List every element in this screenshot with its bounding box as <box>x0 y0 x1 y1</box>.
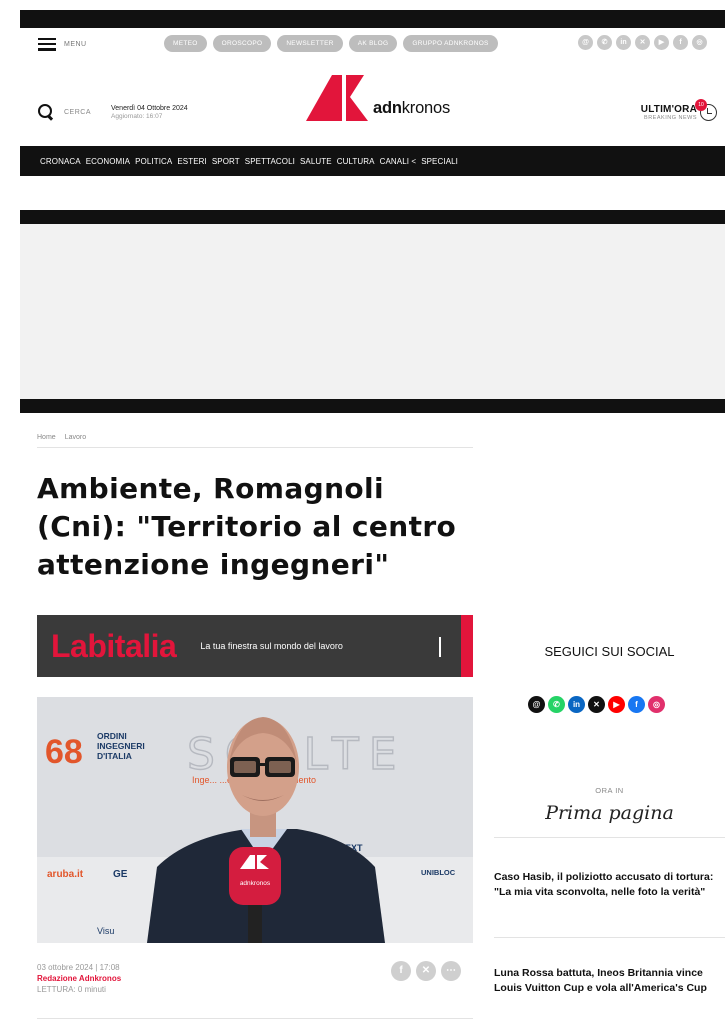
threads-icon[interactable]: @ <box>528 696 545 713</box>
nav-cronaca[interactable]: CRONACA <box>40 157 81 166</box>
ak-logo-mark <box>306 75 368 121</box>
banner-brand: Labitalia <box>51 627 177 664</box>
ultimora-text: ULTIM'ORA BREAKING NEWS <box>641 104 697 121</box>
logo-text-regular: kronos <box>401 99 451 117</box>
ora-in-label: ORA IN <box>595 786 624 795</box>
pill-newsletter[interactable]: NEWSLETTER <box>277 35 343 52</box>
header-main-row: CERCA Venerdì 04 Ottobre 2024 Aggiornato… <box>20 75 725 140</box>
ad-slot <box>20 224 725 399</box>
article-meta: 03 ottobre 2024 | 17:08 Redazione Adnkro… <box>37 961 473 1019</box>
ultimora-title: ULTIM'ORA <box>640 104 697 115</box>
hamburger-icon <box>38 37 56 51</box>
search-label: CERCA <box>64 108 92 116</box>
ultimora-subtitle: BREAKING NEWS <box>644 115 697 121</box>
facebook-icon[interactable]: f <box>673 35 688 50</box>
banner-tagline: La tua finestra sul mondo del lavoro <box>200 641 343 651</box>
threads-icon[interactable]: @ <box>578 35 593 50</box>
labitalia-banner[interactable]: Labitalia La tua finestra sul mondo del … <box>37 615 473 677</box>
pill-oroscopo[interactable]: OROSCOPO <box>212 35 272 52</box>
youtube-icon[interactable]: ▶ <box>654 35 669 50</box>
photo-org-1: ORDINI <box>97 731 127 741</box>
nav-salute[interactable]: SALUTE <box>300 157 332 166</box>
article-title: Ambiente, Romagnoli (Cni): "Territorio a… <box>37 472 457 581</box>
reading-time: LETTURA: 0 minuti <box>37 985 106 994</box>
header-date: Venerdì 04 Ottobre 2024 Aggiornato: 16:0… <box>111 105 188 120</box>
current-date: Venerdì 04 Ottobre 2024 <box>111 105 188 112</box>
sidebar-news-item[interactable]: Luna Rossa battuta, Ineos Britannia vinc… <box>494 966 720 995</box>
main-nav: CRONACA ECONOMIA POLITICA ESTERI SPORT S… <box>20 146 725 176</box>
prima-pagina-heading[interactable]: Prima pagina <box>494 802 725 824</box>
x-share-icon[interactable]: ✕ <box>416 961 436 981</box>
photo-sponsor-5: Visu <box>97 926 114 936</box>
photo-sponsor-2: GE <box>113 869 128 880</box>
sidebar-news-item[interactable]: Caso Hasib, il poliziotto accusato di to… <box>494 870 720 899</box>
mic-label: adnkronos <box>240 880 271 887</box>
photo-org-2: INGEGNERI <box>97 741 145 751</box>
photo-sponsor-1: aruba.it <box>47 869 84 880</box>
linkedin-icon[interactable]: in <box>568 696 585 713</box>
menu-label: MENU <box>64 40 87 48</box>
nav-canali[interactable]: CANALI < <box>380 157 417 166</box>
more-share-icon[interactable]: ⋯ <box>441 961 461 981</box>
nav-speciali[interactable]: SPECIALI <box>421 157 458 166</box>
ad-border-bottom <box>20 399 725 413</box>
logo-text-bold: adn <box>373 99 402 117</box>
social-section-title: SEGUICI SUI SOCIAL <box>544 644 675 659</box>
search-button[interactable]: CERCA <box>38 104 91 120</box>
pill-ak-blog[interactable]: AK BLOG <box>348 35 398 52</box>
page: MENU METEO OROSCOPO NEWSLETTER AK BLOG G… <box>0 0 725 1022</box>
menu-button[interactable]: MENU <box>38 37 87 51</box>
sidebar-divider <box>494 937 725 938</box>
x-icon[interactable]: ✕ <box>635 35 650 50</box>
quick-links: METEO OROSCOPO NEWSLETTER AK BLOG GRUPPO… <box>164 35 498 52</box>
site-logo[interactable]: adnkronos <box>306 75 450 121</box>
banner-accent <box>461 615 473 677</box>
nav-cultura[interactable]: CULTURA <box>337 157 375 166</box>
photo-scene: 68 ORDINI INGEGNERI D'ITALIA SCELTE Inge… <box>37 697 473 943</box>
ultimora-badge: 10 <box>695 99 707 111</box>
sidebar-divider <box>494 837 725 838</box>
linkedin-icon[interactable]: in <box>616 35 631 50</box>
facebook-share-icon[interactable]: f <box>391 961 411 981</box>
article-photo: 68 ORDINI INGEGNERI D'ITALIA SCELTE Inge… <box>37 697 473 943</box>
nav-economia[interactable]: ECONOMIA <box>86 157 130 166</box>
youtube-icon[interactable]: ▶ <box>608 696 625 713</box>
search-icon <box>38 104 54 120</box>
share-buttons: f ✕ ⋯ <box>391 961 461 981</box>
pill-meteo[interactable]: METEO <box>164 35 207 52</box>
photo-sponsor-4: UNIBLOC <box>421 868 456 877</box>
nav-esteri[interactable]: ESTERI <box>177 157 207 166</box>
clock-icon: 10 <box>695 99 717 121</box>
instagram-icon[interactable]: ◎ <box>692 35 707 50</box>
header-socials: @ ✆ in ✕ ▶ f ◎ <box>578 35 707 50</box>
banner-separator <box>439 637 441 657</box>
breadcrumb: Home Lavoro <box>37 434 473 448</box>
nav-sport[interactable]: SPORT <box>212 157 240 166</box>
social-icons: @ ✆ in ✕ ▶ f ◎ <box>528 696 688 713</box>
nav-spettacoli[interactable]: SPETTACOLI <box>245 157 295 166</box>
logo-text: adnkronos <box>373 99 450 118</box>
ultimora-button[interactable]: ULTIM'ORA BREAKING NEWS 10 <box>641 99 717 121</box>
updated-time: Aggiornato: 16:07 <box>111 113 163 120</box>
instagram-icon[interactable]: ◎ <box>648 696 665 713</box>
whatsapp-icon[interactable]: ✆ <box>548 696 565 713</box>
photo-number: 68 <box>45 733 83 771</box>
breadcrumb-lavoro[interactable]: Lavoro <box>65 434 86 447</box>
facebook-icon[interactable]: f <box>628 696 645 713</box>
whatsapp-icon[interactable]: ✆ <box>597 35 612 50</box>
ad-border-top <box>20 210 725 224</box>
header-top-row: MENU METEO OROSCOPO NEWSLETTER AK BLOG G… <box>20 28 725 60</box>
pill-gruppo-adnkronos[interactable]: GRUPPO ADNKRONOS <box>403 35 498 52</box>
nav-politica[interactable]: POLITICA <box>135 157 172 166</box>
top-black-bar <box>20 10 725 28</box>
x-icon[interactable]: ✕ <box>588 696 605 713</box>
breadcrumb-home[interactable]: Home <box>37 434 56 447</box>
photo-org-3: D'ITALIA <box>97 751 132 761</box>
